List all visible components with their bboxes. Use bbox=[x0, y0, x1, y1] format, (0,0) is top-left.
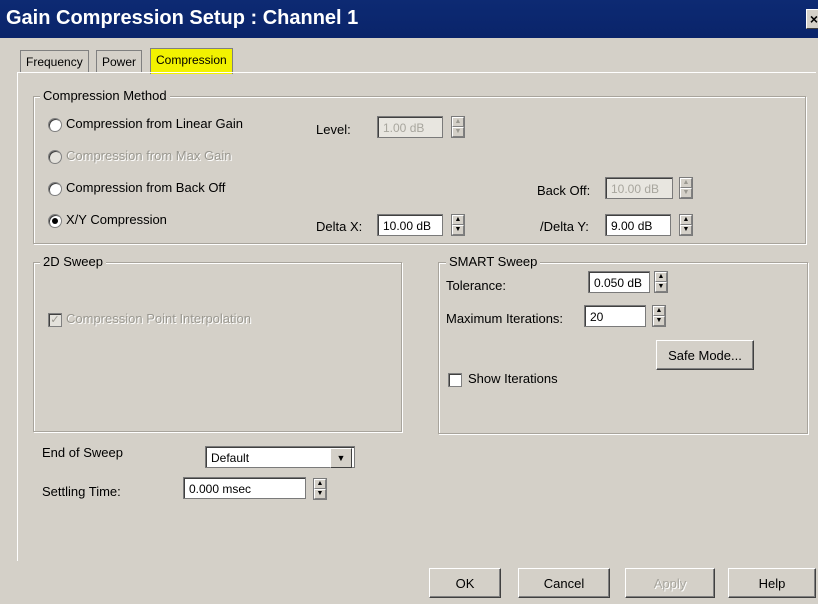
settling-time-label: Settling Time: bbox=[42, 484, 121, 499]
end-of-sweep-value: Default bbox=[211, 451, 250, 465]
back-off-input[interactable]: 10.00 dB bbox=[605, 177, 673, 199]
tolerance-spinner[interactable]: ▲ ▼ bbox=[654, 271, 668, 293]
radio-xy-compression-label: X/Y Compression bbox=[66, 212, 167, 227]
radio-linear-gain[interactable] bbox=[48, 118, 62, 132]
end-of-sweep-select[interactable]: Default ▼ bbox=[205, 446, 355, 468]
compression-method-legend: Compression Method bbox=[40, 88, 170, 103]
apply-button[interactable]: Apply bbox=[625, 568, 715, 598]
tab-frequency[interactable]: Frequency bbox=[20, 50, 89, 73]
delta-x-spinner[interactable]: ▲ ▼ bbox=[451, 214, 465, 236]
max-iterations-spinner[interactable]: ▲ ▼ bbox=[652, 305, 666, 327]
end-of-sweep-label: End of Sweep bbox=[42, 445, 123, 460]
tolerance-input[interactable]: 0.050 dB bbox=[588, 271, 650, 293]
check-icon: ✓ bbox=[50, 314, 60, 326]
delta-x-label: Delta X: bbox=[316, 219, 363, 234]
safe-mode-button[interactable]: Safe Mode... bbox=[656, 340, 754, 370]
radio-max-gain[interactable] bbox=[48, 150, 62, 164]
level-input[interactable]: 1.00 dB bbox=[377, 116, 443, 138]
spin-up-icon[interactable]: ▲ bbox=[680, 215, 692, 225]
max-iterations-label: Maximum Iterations: bbox=[446, 311, 564, 326]
cancel-button[interactable]: Cancel bbox=[518, 568, 610, 598]
radio-xy-compression[interactable] bbox=[48, 214, 62, 228]
spin-up-icon[interactable]: ▲ bbox=[314, 479, 326, 489]
radio-back-off[interactable] bbox=[48, 182, 62, 196]
spin-down-icon[interactable]: ▼ bbox=[653, 316, 665, 326]
close-button[interactable]: × bbox=[806, 9, 818, 29]
spin-up-icon[interactable]: ▲ bbox=[452, 215, 464, 225]
delta-y-label: /Delta Y: bbox=[540, 219, 589, 234]
sweep-2d-group bbox=[33, 262, 402, 432]
settling-time-input[interactable]: 0.000 msec bbox=[183, 477, 306, 499]
radio-max-gain-label: Compression from Max Gain bbox=[66, 148, 232, 163]
max-iterations-input[interactable]: 20 bbox=[584, 305, 646, 327]
back-off-spinner[interactable]: ▲ ▼ bbox=[679, 177, 693, 199]
spin-up-icon[interactable]: ▲ bbox=[655, 272, 667, 282]
spin-down-icon[interactable]: ▼ bbox=[680, 188, 692, 198]
smart-sweep-legend: SMART Sweep bbox=[446, 254, 541, 269]
spin-up-icon[interactable]: ▲ bbox=[653, 306, 665, 316]
interpolation-checkbox[interactable]: ✓ bbox=[48, 313, 62, 327]
spin-up-icon[interactable]: ▲ bbox=[680, 178, 692, 188]
spin-down-icon[interactable]: ▼ bbox=[680, 225, 692, 235]
sweep-2d-legend: 2D Sweep bbox=[40, 254, 106, 269]
spin-down-icon[interactable]: ▼ bbox=[314, 489, 326, 499]
help-button[interactable]: Help bbox=[728, 568, 816, 598]
spin-down-icon[interactable]: ▼ bbox=[655, 282, 667, 292]
chevron-down-icon[interactable]: ▼ bbox=[330, 448, 352, 468]
spin-up-icon[interactable]: ▲ bbox=[452, 117, 464, 127]
level-spinner[interactable]: ▲ ▼ bbox=[451, 116, 465, 138]
level-label: Level: bbox=[316, 122, 351, 137]
tab-power[interactable]: Power bbox=[96, 50, 143, 73]
show-iterations-checkbox[interactable] bbox=[448, 373, 462, 387]
window-title: Gain Compression Setup : Channel 1 bbox=[6, 7, 359, 29]
delta-x-input[interactable]: 10.00 dB bbox=[377, 214, 443, 236]
radio-back-off-label: Compression from Back Off bbox=[66, 180, 226, 195]
show-iterations-label: Show Iterations bbox=[468, 371, 558, 386]
spin-down-icon[interactable]: ▼ bbox=[452, 225, 464, 235]
tolerance-label: Tolerance: bbox=[446, 278, 506, 293]
interpolation-label: Compression Point Interpolation bbox=[66, 311, 251, 326]
delta-y-spinner[interactable]: ▲ ▼ bbox=[679, 214, 693, 236]
radio-linear-gain-label: Compression from Linear Gain bbox=[66, 116, 244, 131]
delta-y-input[interactable]: 9.00 dB bbox=[605, 214, 671, 236]
ok-button[interactable]: OK bbox=[429, 568, 501, 598]
settling-time-spinner[interactable]: ▲ ▼ bbox=[313, 478, 327, 500]
radio-selected-dot bbox=[52, 218, 58, 224]
tab-compression[interactable]: Compression bbox=[150, 48, 233, 74]
back-off-label: Back Off: bbox=[537, 183, 591, 198]
spin-down-icon[interactable]: ▼ bbox=[452, 127, 464, 137]
